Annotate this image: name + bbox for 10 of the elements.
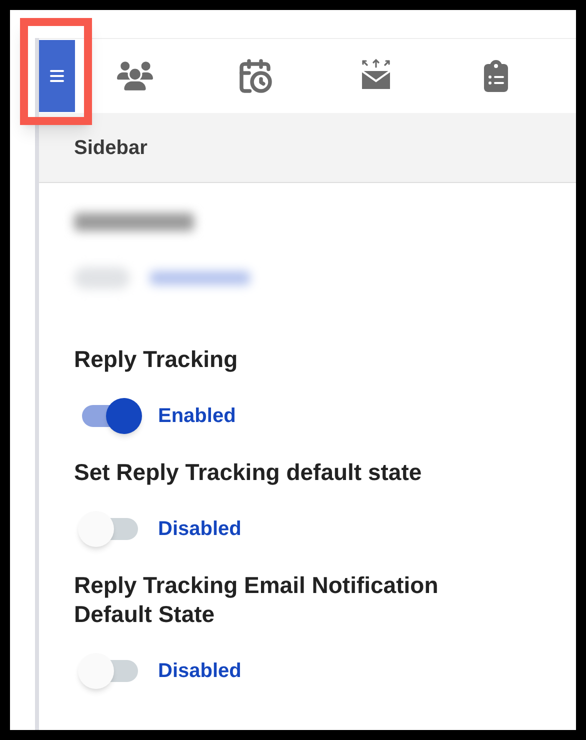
toolbar-tab[interactable] <box>38 40 75 112</box>
setting-label: Reply Tracking <box>74 345 239 374</box>
panel-title: Sidebar <box>74 136 148 160</box>
calendar-clock-icon <box>237 58 274 94</box>
setting-label: Reply Tracking Email Notification Default State <box>74 571 440 629</box>
menu-icon <box>48 68 64 84</box>
toggle-status: Disabled <box>158 659 242 684</box>
toggle-status: Disabled <box>158 517 242 542</box>
toggle-status: Enabled <box>158 404 236 429</box>
setting-label: Set Reply Tracking default state <box>74 458 423 487</box>
